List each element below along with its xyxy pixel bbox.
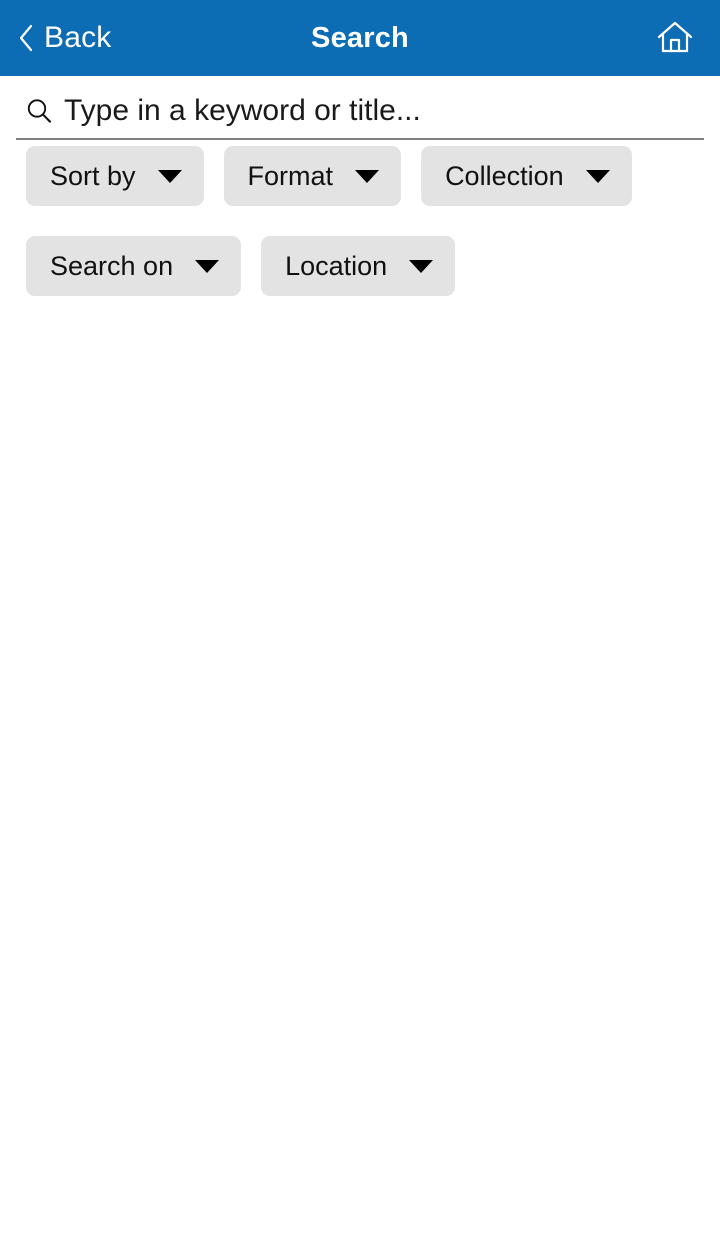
home-button[interactable] xyxy=(648,0,702,76)
caret-down-icon xyxy=(585,169,610,183)
search-icon xyxy=(24,96,54,126)
back-label: Back xyxy=(44,21,112,54)
filter-chip-label: Location xyxy=(285,250,388,281)
back-button[interactable]: Back xyxy=(10,0,120,76)
filter-chip-location[interactable]: Location xyxy=(261,236,456,296)
filter-chip-label: Sort by xyxy=(50,160,136,191)
filter-chip-search-on[interactable]: Search on xyxy=(26,236,242,296)
home-icon xyxy=(655,18,695,58)
filter-chip-collection[interactable]: Collection xyxy=(421,146,632,206)
filter-chip-format[interactable]: Format xyxy=(223,146,402,206)
search-field[interactable] xyxy=(16,84,704,140)
filter-row-secondary: Search on Location xyxy=(0,236,720,296)
filter-chip-label: Search on xyxy=(50,250,174,281)
caret-down-icon xyxy=(157,169,182,183)
filter-row-primary: Sort by Format Collection xyxy=(0,146,720,206)
filter-chip-label: Format xyxy=(247,160,334,191)
filter-chip-label: Collection xyxy=(445,160,564,191)
app-header: Back Search xyxy=(0,0,720,76)
filter-chip-group: Sort by Format Collection Search on Loca… xyxy=(0,146,720,296)
caret-down-icon xyxy=(195,259,220,273)
chevron-left-icon xyxy=(18,23,34,53)
search-input[interactable] xyxy=(64,91,704,131)
search-bar xyxy=(0,76,720,141)
caret-down-icon xyxy=(409,259,434,273)
caret-down-icon xyxy=(355,169,380,183)
search-results-list xyxy=(0,320,720,1245)
filter-chip-sort-by[interactable]: Sort by xyxy=(26,146,204,206)
